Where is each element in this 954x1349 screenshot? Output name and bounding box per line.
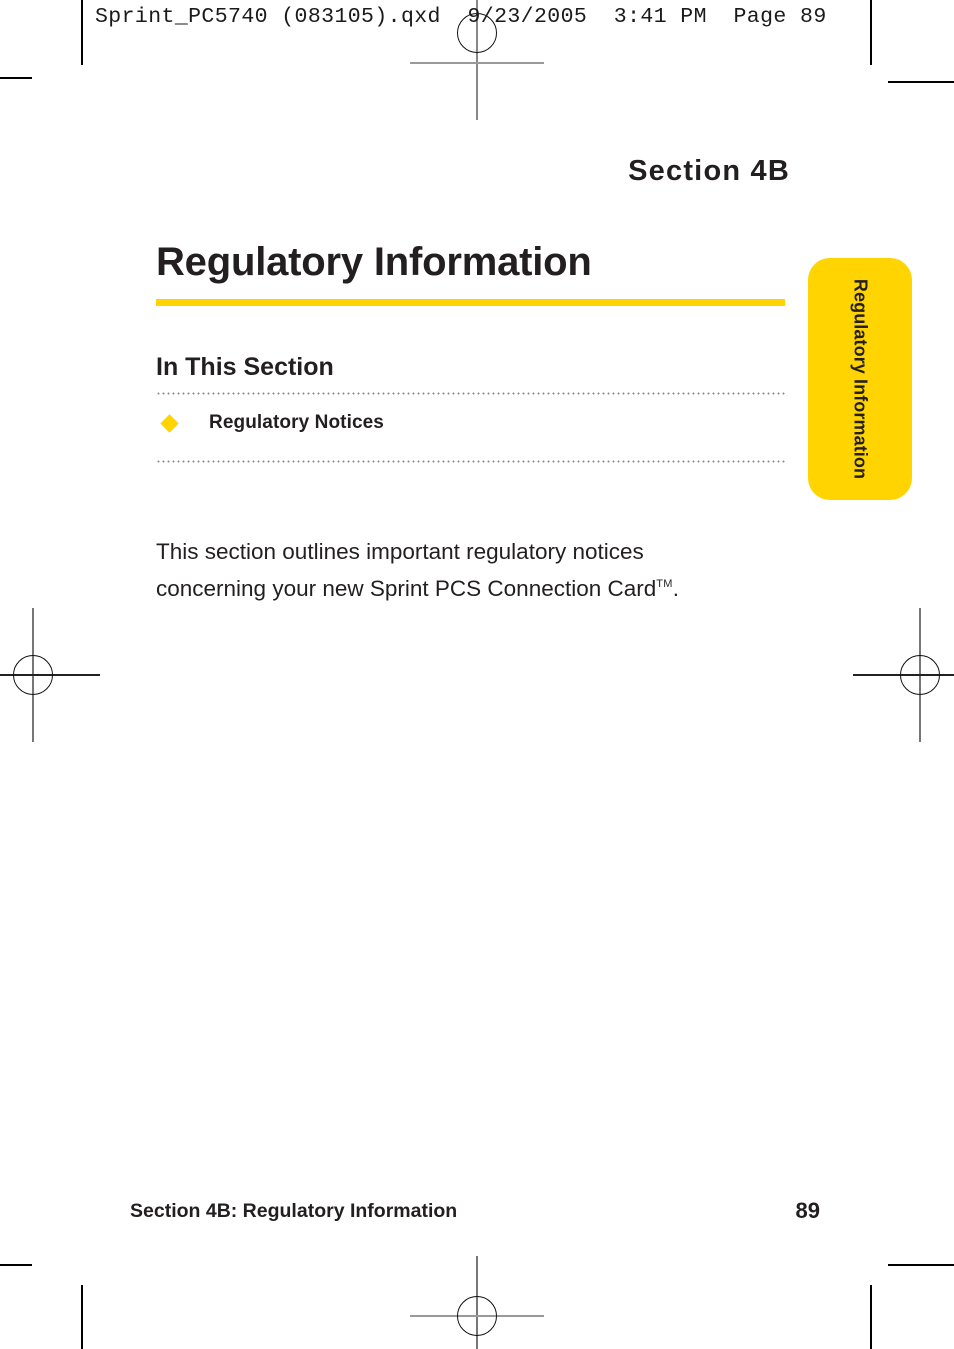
registration-circle [457, 1296, 497, 1336]
trim-mark-top-right-vertical [870, 0, 872, 65]
registration-circle [13, 655, 53, 695]
section-eyebrow: Section 4B [628, 155, 790, 187]
registration-circle [900, 655, 940, 695]
trim-mark-bottom-right-horizontal [888, 1264, 954, 1266]
trim-mark-top-left-horizontal [0, 77, 32, 79]
trim-mark-bottom-left-vertical [81, 1285, 83, 1349]
file-slug-line: Sprint_PC5740 (083105).qxd 9/23/2005 3:4… [95, 5, 827, 29]
footer-page-number: 89 [795, 1198, 820, 1223]
document-page: Sprint_PC5740 (083105).qxd 9/23/2005 3:4… [0, 0, 954, 1349]
trim-mark-bottom-left-horizontal [0, 1264, 32, 1266]
in-this-section-heading: In This Section [156, 353, 334, 381]
side-tab: Regulatory Information [808, 258, 912, 500]
diamond-bullet-icon [160, 413, 179, 433]
body-paragraph-text: This section outlines important regulato… [156, 538, 657, 601]
dotted-rule-top [156, 392, 785, 395]
trim-mark-top-left-vertical [81, 0, 83, 65]
side-tab-label: Regulatory Information [850, 278, 871, 480]
trim-mark-bottom-right-vertical [870, 1285, 872, 1349]
dotted-rule-bottom [156, 460, 785, 463]
list-item[interactable]: Regulatory Notices [160, 412, 384, 434]
body-paragraph-terminator: . [672, 575, 680, 601]
registration-crosshair-horizontal [410, 62, 544, 64]
title-accent-rule [156, 299, 785, 306]
body-paragraph: This section outlines important regulato… [156, 535, 756, 605]
trademark-symbol: TM [656, 577, 673, 590]
toc-entry-label: Regulatory Notices [209, 412, 384, 433]
footer-section-label: Section 4B: Regulatory Information [130, 1200, 458, 1222]
page-title: Regulatory Information [156, 240, 592, 284]
trim-mark-top-right-horizontal [888, 81, 954, 83]
